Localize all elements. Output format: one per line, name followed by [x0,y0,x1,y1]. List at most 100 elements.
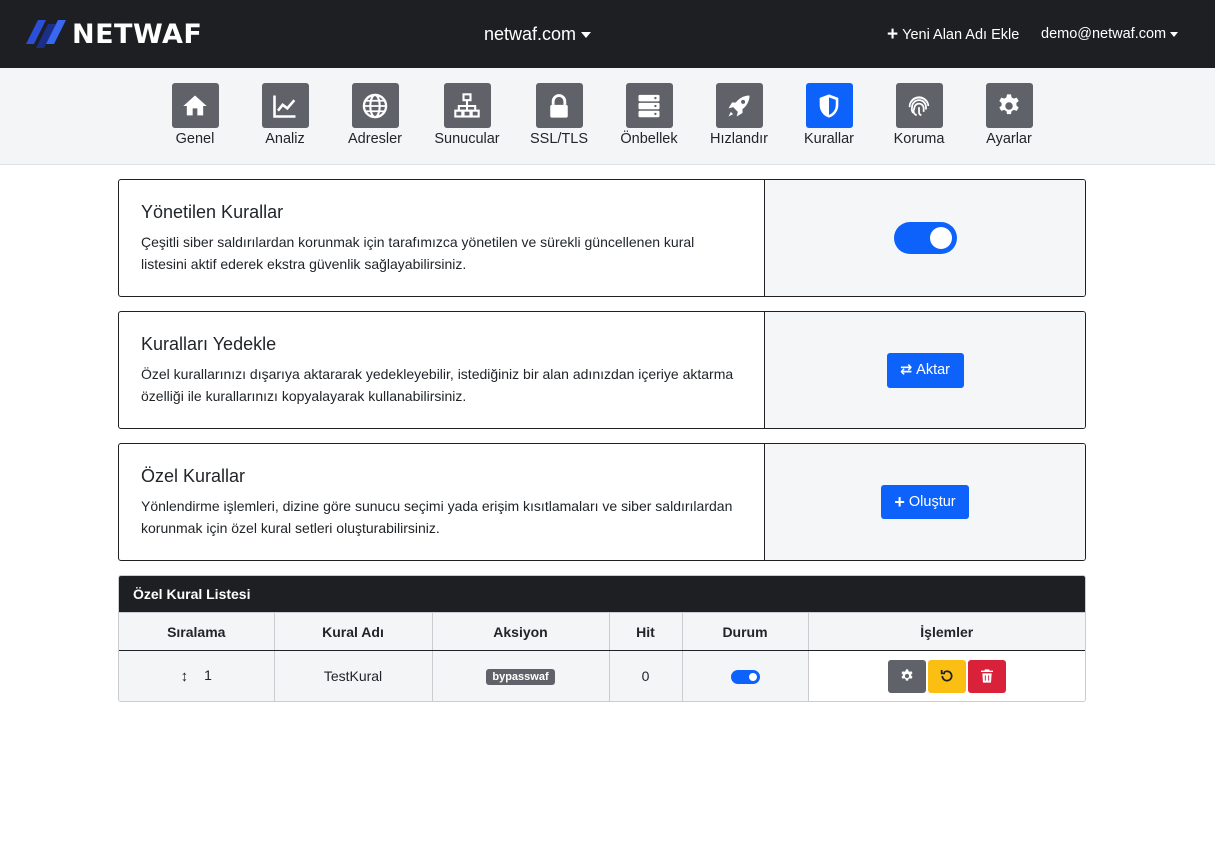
nav-label: Önbellek [620,131,678,147]
backup-rules-card: Kuralları Yedekle Özel kurallarınızı dış… [118,311,1086,429]
nav-item-genel[interactable]: Genel [150,83,240,147]
status-cell [682,650,809,701]
rocket-icon [728,95,750,116]
backup-rules-description: Özel kurallarınızı dışarıya aktararak ye… [141,366,734,404]
add-domain-label: Yeni Alan Adı Ekle [902,27,1020,43]
nav-label: SSL/TLS [529,131,589,147]
nav-tile [895,83,943,128]
undo-icon [940,670,953,682]
nav-label: Kurallar [804,131,854,147]
nav-tile [715,83,763,128]
column-header-operations: İşlemler [808,612,1085,651]
custom-rules-action: + Oluştur [764,444,1085,560]
managed-rules-card: Yönetilen Kurallar Çeşitli siber saldırı… [118,179,1086,297]
transfer-arrows-icon: ⇄ [900,362,913,378]
nav-label: Koruma [893,131,945,147]
lock-icon [550,93,568,118]
managed-rules-action [764,180,1085,296]
shield-icon [819,93,839,118]
custom-rule-list: Özel Kural Listesi Sıralama Kural Adı Ak… [118,575,1086,702]
plus-icon: + [887,24,899,45]
nav-tile [625,83,673,128]
nav-item-koruma[interactable]: Koruma [874,83,964,147]
managed-rules-title: Yönetilen Kurallar [141,202,284,222]
toggle-knob [929,227,952,249]
nav-item-sunucular[interactable]: Sunucular [422,83,512,147]
section-nav: Genel Analiz Adresler Sunucular SSL/TLS … [0,68,1215,165]
nav-tile [985,83,1033,128]
nav-tile-active [805,83,853,128]
custom-rules-card: Özel Kurallar Yönlendirme işlemleri, diz… [118,443,1086,561]
nav-tile [535,83,583,128]
export-button[interactable]: ⇄ Aktar [886,352,964,388]
globe-icon [362,93,388,118]
nav-item-ssl-tls[interactable]: SSL/TLS [514,83,604,147]
export-button-label: Aktar [916,362,950,378]
domain-label: netwaf.com [484,24,577,44]
add-domain-button[interactable]: + Yeni Alan Adı Ekle [887,24,1020,45]
edit-rule-button[interactable] [887,659,926,693]
chart-icon [273,95,296,118]
nav-tile [351,83,399,128]
nav-label: Ayarlar [986,131,1032,147]
column-header-action[interactable]: Aksiyon [432,612,610,651]
custom-rules-title: Özel Kurallar [141,466,246,486]
nav-tile [261,83,309,128]
nav-item-kurallar[interactable]: Kurallar [784,83,874,147]
create-rule-button[interactable]: + Oluştur [881,485,969,519]
network-icon [454,92,480,118]
nav-item-analiz[interactable]: Analiz [240,83,330,147]
hit-cell: 0 [609,650,683,701]
nav-label: Hızlandır [709,131,769,147]
nav-item-ayarlar[interactable]: Ayarlar [964,83,1054,147]
nav-label: Adresler [348,131,402,147]
nav-item-adresler[interactable]: Adresler [330,83,420,147]
rule-name-cell: TestKural [274,650,433,701]
managed-rules-info: Yönetilen Kurallar Çeşitli siber saldırı… [119,180,764,296]
home-icon [183,95,207,115]
backup-rules-info: Kuralları Yedekle Özel kurallarınızı dış… [119,312,764,428]
plus-icon: + [894,492,905,512]
nav-label: Sunucular [434,131,500,147]
managed-rules-description: Çeşitli siber saldırılardan korunmak içi… [141,234,695,272]
top-navbar: NETWAF netwaf.com + Yeni Alan Adı Ekle d… [0,0,1215,68]
user-menu-dropdown[interactable]: demo@netwaf.com [1041,26,1179,42]
server-icon [638,94,660,117]
column-header-name[interactable]: Kural Adı [274,612,433,651]
managed-rules-toggle[interactable] [893,222,957,254]
nav-tile [443,83,491,128]
action-cell: bypasswaf [432,650,610,701]
drag-handle-icon[interactable]: ↕ [181,668,189,685]
action-badge: bypasswaf [486,669,555,686]
nav-label: Analiz [265,131,305,147]
custom-rules-description: Yönlendirme işlemleri, dizine göre sunuc… [141,498,733,536]
nav-tile [171,83,219,128]
order-cell: ↕ 1 [119,650,275,701]
backup-rules-action: ⇄ Aktar [764,312,1085,428]
brand-logo[interactable]: NETWAF [22,14,202,54]
table-row: ↕ 1 TestKural bypasswaf 0 [119,650,1085,701]
user-email: demo@netwaf.com [1041,26,1167,42]
rule-order: 1 [204,667,212,684]
create-button-label: Oluştur [908,494,956,510]
domain-dropdown[interactable]: netwaf.com [484,24,592,45]
toggle-knob [748,673,757,682]
netwaf-logo-icon [26,20,66,48]
caret-down-icon [581,31,592,38]
reset-hits-button[interactable] [927,659,966,693]
nav-item-hizlandir[interactable]: Hızlandır [694,83,784,147]
nav-item-onbellek[interactable]: Önbellek [604,83,694,147]
delete-rule-button[interactable] [967,659,1006,693]
trash-icon [980,669,993,683]
operations-cell [807,650,1085,701]
column-header-status[interactable]: Durum [682,612,809,651]
caret-down-icon [1170,31,1179,37]
column-header-hit[interactable]: Hit [609,612,683,651]
rule-table: Sıralama Kural Adı Aksiyon Hit Durum İşl… [119,612,1085,701]
rule-list-title: Özel Kural Listesi [119,576,1085,612]
gear-icon [999,93,1019,114]
column-header-order[interactable]: Sıralama [119,612,275,651]
rule-status-toggle[interactable] [730,670,760,685]
backup-rules-title: Kuralları Yedekle [141,334,277,354]
fingerprint-icon [908,95,930,116]
